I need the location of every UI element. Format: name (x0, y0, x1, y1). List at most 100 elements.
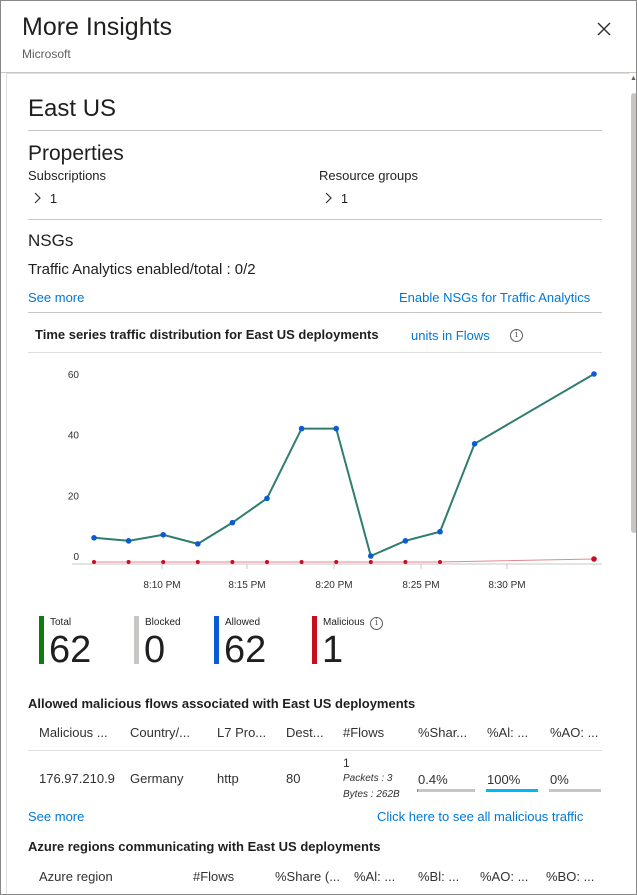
subscriptions-expander[interactable]: 1 (32, 191, 57, 209)
subscriptions-label: Subscriptions (28, 168, 107, 183)
malicious-ip-link[interactable]: 176.97.210.9 (39, 771, 115, 786)
data-point-allowed (125, 538, 132, 544)
traffic-analytics-status: Traffic Analytics enabled/total : 0/2 (28, 261, 256, 278)
share-cell: 0.4% (418, 772, 448, 787)
column-header[interactable]: %Share (... (275, 869, 340, 884)
ao-cell: 0% (550, 772, 569, 787)
all-malicious-traffic-link[interactable]: Click here to see all malicious traffic (377, 809, 583, 824)
data-point-malicious (403, 560, 408, 564)
column-header[interactable]: %Bl: ... (418, 869, 459, 884)
scroll-up-icon[interactable]: ▲ (630, 75, 636, 82)
enable-traffic-analytics-link[interactable]: Enable NSGs for Traffic Analytics (399, 290, 590, 305)
malicious-see-more-link[interactable]: See more (28, 809, 84, 824)
ao-bar (549, 789, 601, 792)
divider (28, 312, 602, 313)
stat-value: 0 (144, 629, 166, 671)
column-header[interactable]: %AO: ... (550, 725, 598, 740)
column-header[interactable]: Azure region (39, 869, 113, 884)
stat-label: Malicious (323, 617, 365, 628)
stat-color-bar (39, 616, 44, 664)
close-icon[interactable] (593, 18, 615, 40)
stat-value: 1 (322, 629, 344, 671)
properties-heading: Properties (28, 142, 124, 165)
stat-value: 62 (49, 629, 92, 671)
y-tick-label: 0 (73, 552, 79, 563)
divider (28, 352, 602, 353)
y-tick-label: 60 (68, 370, 80, 381)
data-point-allowed (368, 553, 374, 559)
data-point-allowed (591, 371, 597, 377)
scrollbar-thumb[interactable] (631, 93, 636, 533)
data-point-allowed (402, 538, 409, 544)
stat-label: Total (50, 617, 72, 628)
data-point-malicious (299, 560, 304, 564)
vertical-scrollbar[interactable]: ▲ (630, 73, 636, 894)
share-bar (417, 789, 475, 792)
resource-groups-label: Resource groups (319, 168, 418, 183)
data-point-allowed (229, 519, 236, 526)
column-header[interactable]: #Flows (343, 725, 384, 740)
column-header[interactable]: %Shar... (418, 725, 467, 740)
divider (28, 750, 602, 751)
more-insights-panel: More Insights Microsoft East US Properti… (0, 0, 637, 895)
data-point-malicious (92, 560, 96, 564)
flows-cell: 1 (343, 756, 350, 770)
x-tick-label: 8:15 PM (228, 580, 265, 591)
column-header[interactable]: Malicious ... (39, 725, 108, 740)
divider (28, 130, 602, 131)
protocol-cell: http (217, 771, 239, 786)
insights-content: East US Properties Subscriptions 1 Resou… (6, 73, 630, 894)
info-icon[interactable]: i (510, 329, 523, 342)
stat-color-bar (214, 616, 219, 664)
country-cell: Germany (130, 771, 184, 786)
data-point-malicious (368, 560, 373, 564)
x-tick-label: 8:10 PM (143, 580, 180, 591)
data-point-malicious (126, 560, 131, 564)
nsgs-heading: NSGs (28, 231, 74, 250)
al-cell: 100% (487, 772, 521, 787)
units-in-flows-link[interactable]: units in Flows (411, 328, 490, 343)
x-tick-label: 8:20 PM (315, 580, 352, 591)
column-header[interactable]: Country/... (130, 725, 190, 740)
info-icon[interactable]: i (370, 617, 383, 630)
stat-color-bar (312, 616, 317, 664)
column-header[interactable]: Dest... (286, 725, 324, 740)
series-line-malicious (94, 558, 595, 563)
data-point-allowed (264, 495, 270, 502)
bytes-cell: Bytes : 262B (343, 789, 400, 800)
data-point-allowed (160, 531, 166, 538)
data-point-allowed (437, 528, 443, 535)
data-point-malicious (334, 560, 339, 564)
chevron-right-icon (323, 191, 337, 207)
column-header[interactable]: #Flows (193, 869, 234, 884)
panel-subtitle: Microsoft (22, 47, 71, 61)
resource-groups-count: 1 (340, 191, 349, 206)
stat-label: Blocked (145, 617, 181, 628)
data-point-malicious (230, 560, 235, 564)
chart-section-title: Time series traffic distribution for Eas… (35, 327, 379, 342)
data-point-malicious (591, 556, 597, 562)
resource-groups-expander[interactable]: 1 (323, 191, 348, 209)
packets-cell: Packets : 3 (343, 773, 393, 784)
divider (28, 219, 602, 220)
regions-table-title: Azure regions communicating with East US… (28, 839, 381, 854)
data-point-allowed (195, 541, 201, 547)
panel-title: More Insights (22, 13, 173, 41)
data-point-allowed (471, 440, 478, 447)
series-line-allowed (93, 373, 595, 558)
y-tick-label: 40 (68, 431, 80, 442)
stat-label: Allowed (225, 617, 261, 628)
stat-color-bar (134, 616, 139, 664)
column-header[interactable]: %AO: ... (480, 869, 528, 884)
column-header[interactable]: %Al: ... (487, 725, 528, 740)
data-point-malicious (265, 560, 269, 564)
malicious-table-title: Allowed malicious flows associated with … (28, 696, 416, 711)
data-point-malicious (438, 560, 442, 564)
stat-value: 62 (224, 629, 267, 671)
x-tick-label: 8:25 PM (402, 580, 439, 591)
column-header[interactable]: %Al: ... (354, 869, 395, 884)
column-header[interactable]: %BO: ... (546, 869, 594, 884)
data-point-allowed (333, 425, 340, 432)
nsgs-see-more-link[interactable]: See more (28, 290, 84, 305)
column-header[interactable]: L7 Pro... (217, 725, 266, 740)
